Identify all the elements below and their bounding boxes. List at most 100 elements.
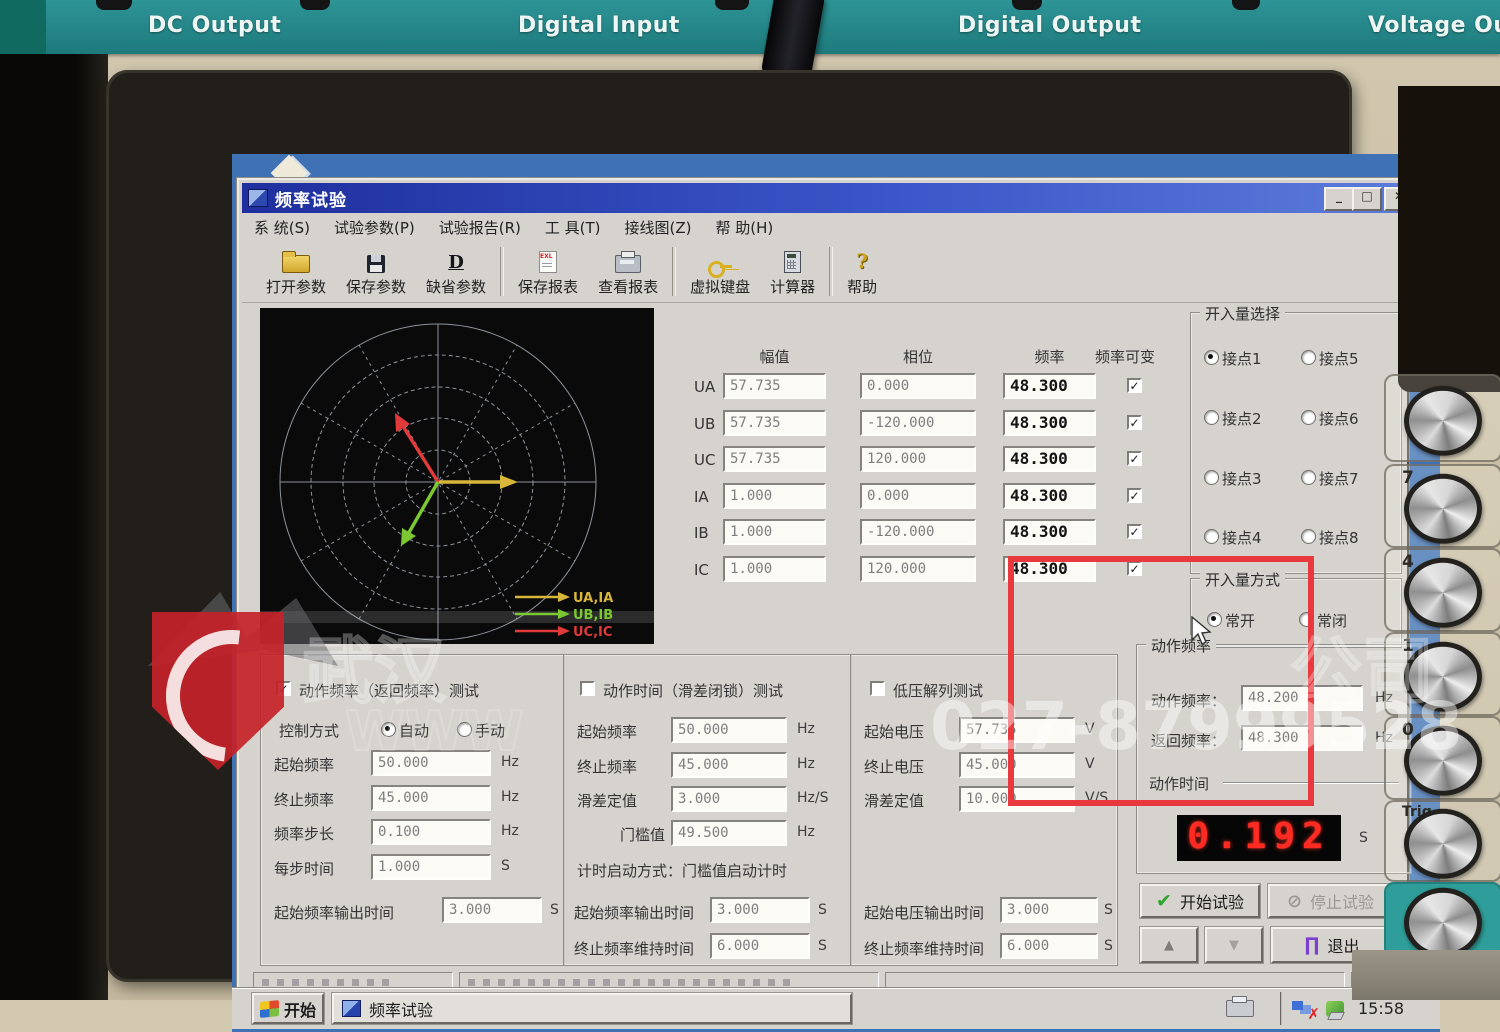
menu-wiring-diagram[interactable]: 接线图(Z) — [613, 214, 704, 241]
lv-test-checkbox[interactable] — [870, 681, 885, 696]
ia-freq-var-checkbox[interactable]: ✓ — [1127, 488, 1142, 503]
radio-contact-4[interactable] — [1204, 529, 1219, 544]
ib-amp-field[interactable]: 1.000 — [723, 519, 826, 545]
display-settings-icon[interactable] — [1326, 1000, 1344, 1017]
open-params-button[interactable]: 打开参数 — [256, 241, 336, 302]
t2-end-freq-field[interactable]: 45.000 — [671, 752, 787, 778]
ua-phase-field[interactable]: 0.000 — [860, 373, 976, 399]
device-shadow — [0, 54, 108, 1000]
ub-phase-field[interactable]: -120.000 — [860, 410, 976, 436]
exit-door-icon: ∏ — [1304, 934, 1320, 956]
desktop-icon[interactable] — [268, 154, 320, 180]
t2-out2-field[interactable]: 6.000 — [710, 933, 810, 959]
printer-icon — [615, 251, 642, 273]
radio-contact-6[interactable] — [1301, 410, 1316, 425]
binary-input-select-group: 开入量选择 接点1 接点2 接点3 接点4 接点5 接点6 接点7 接点8 — [1190, 303, 1402, 574]
header-frequency: 频率 — [1034, 348, 1065, 366]
freq-step-field[interactable]: 0.100 — [371, 819, 491, 845]
virtual-keyboard-button[interactable]: 虚拟键盘 — [680, 241, 760, 302]
panel-label-digital-input: Digital Input — [518, 13, 680, 38]
uc-amp-field[interactable]: 57.735 — [723, 446, 826, 472]
printer-tray-icon[interactable] — [1226, 996, 1254, 1017]
key-icon — [708, 251, 733, 278]
lv-out1-field[interactable]: 3.000 — [1000, 897, 1098, 923]
uc-phase-field[interactable]: 120.000 — [860, 446, 976, 472]
start-freq-field[interactable]: 50.000 — [371, 750, 491, 776]
ub-amp-field[interactable]: 57.735 — [723, 410, 826, 436]
menu-system[interactable]: 系 统(S) — [242, 214, 322, 241]
radio-contact-2[interactable] — [1204, 410, 1219, 425]
phasor-row-ib: IB 1.000 -120.000 48.300 ✓ — [689, 519, 1159, 547]
t2-slip-field[interactable]: 3.000 — [671, 786, 787, 812]
radio-contact-7[interactable] — [1301, 470, 1316, 485]
maximize-button[interactable]: □ — [1352, 187, 1382, 211]
connector-knob — [96, 0, 132, 10]
start-button[interactable]: 开始 — [252, 993, 324, 1024]
windows-logo-icon — [259, 999, 279, 1018]
device-black-panel — [1398, 86, 1500, 392]
ic-phase-field[interactable]: 120.000 — [860, 556, 976, 582]
connector-knob — [1012, 0, 1042, 10]
down-arrow-icon: ▼ — [1229, 937, 1239, 953]
default-d-icon: D — [448, 252, 464, 273]
task-button-frequency-test[interactable]: 频率试验 — [332, 993, 852, 1024]
ic-amp-field[interactable]: 1.000 — [723, 556, 826, 582]
menu-test-report[interactable]: 试验报告(R) — [427, 214, 533, 241]
ib-freq-var-checkbox[interactable]: ✓ — [1127, 524, 1142, 539]
t2-out1-field[interactable]: 3.000 — [710, 897, 810, 923]
help-button[interactable]: ? 帮助 — [837, 241, 887, 302]
stop-test-button[interactable]: ⊘ 停止试验 — [1268, 884, 1393, 918]
t2-start-freq-field[interactable]: 50.000 — [671, 717, 787, 743]
end-freq-field[interactable]: 45.000 — [371, 785, 491, 811]
ub-freq-var-checkbox[interactable]: ✓ — [1127, 415, 1142, 430]
start-test-button[interactable]: ✔ 开始试验 — [1140, 884, 1260, 918]
menu-tools[interactable]: 工 具(T) — [533, 214, 613, 241]
ua-amp-field[interactable]: 57.735 — [723, 373, 826, 399]
action-time-led-display: 0.192 — [1177, 815, 1341, 861]
titlebar[interactable]: 频率试验 — [242, 183, 1400, 213]
uc-freq-field[interactable]: 48.300 — [1003, 446, 1096, 472]
radio-contact-5[interactable] — [1301, 350, 1316, 365]
panel-label-digital-output: Digital Output — [958, 13, 1142, 38]
radio-contact-8[interactable] — [1301, 529, 1316, 544]
save-report-button[interactable]: 保存报表 — [508, 241, 588, 302]
ia-phase-field[interactable]: 0.000 — [860, 483, 976, 509]
ua-freq-var-checkbox[interactable]: ✓ — [1127, 378, 1142, 393]
header-phase: 相位 — [902, 348, 933, 366]
scroll-down-button[interactable]: ▼ — [1205, 927, 1263, 963]
phasor-row-ia: IA 1.000 0.000 48.300 ✓ — [689, 483, 1159, 511]
key-1: 1 — [1384, 632, 1500, 716]
save-params-button[interactable]: 保存参数 — [336, 241, 416, 302]
svg-text:UC,IC: UC,IC — [573, 625, 612, 640]
ib-freq-field[interactable]: 48.300 — [1003, 519, 1096, 545]
ia-freq-field[interactable]: 48.300 — [1003, 483, 1096, 509]
step-time-field[interactable]: 1.000 — [371, 854, 491, 880]
radio-auto[interactable] — [381, 722, 396, 737]
t2-threshold-field[interactable]: 49.500 — [671, 820, 787, 846]
uc-freq-var-checkbox[interactable]: ✓ — [1127, 451, 1142, 466]
ia-amp-field[interactable]: 1.000 — [723, 483, 826, 509]
app-icon — [342, 1000, 361, 1017]
ua-freq-field[interactable]: 48.300 — [1003, 373, 1096, 399]
monitor-bezel: 频率试验 _ □ ✕ 系 统(S) 试验参数(P) 试验报告(R) 工 具(T)… — [106, 70, 1440, 1032]
menu-help[interactable]: 帮 助(H) — [704, 214, 786, 241]
key-teal — [1384, 882, 1500, 958]
start-freq-output-time-field[interactable]: 3.000 — [442, 897, 542, 923]
calculator-icon — [784, 251, 802, 273]
radio-manual[interactable] — [457, 722, 472, 737]
calculator-button[interactable]: 计算器 — [760, 241, 825, 302]
menu-test-params[interactable]: 试验参数(P) — [322, 214, 427, 241]
network-offline-icon[interactable] — [1292, 999, 1320, 1023]
ib-phase-field[interactable]: -120.000 — [860, 519, 976, 545]
scroll-up-button[interactable]: ▲ — [1140, 927, 1198, 963]
key-7: 7 — [1384, 464, 1500, 548]
radio-contact-1[interactable] — [1204, 350, 1219, 365]
highlight-box — [1008, 556, 1314, 806]
time-test-checkbox[interactable] — [580, 681, 595, 696]
lv-out2-field[interactable]: 6.000 — [1000, 933, 1098, 959]
radio-contact-3[interactable] — [1204, 470, 1219, 485]
ub-freq-field[interactable]: 48.300 — [1003, 410, 1096, 436]
default-params-button[interactable]: D 缺省参数 — [416, 241, 496, 302]
view-report-button[interactable]: 查看报表 — [588, 241, 668, 302]
minimize-button[interactable]: _ — [1324, 187, 1354, 211]
